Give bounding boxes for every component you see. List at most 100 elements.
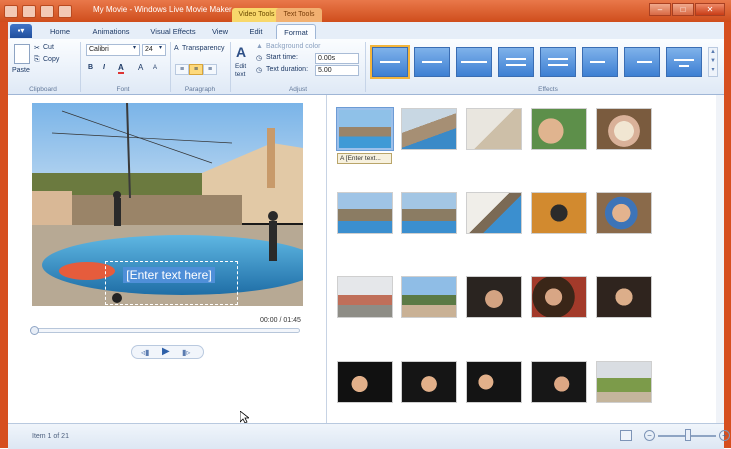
minimize-button[interactable]: – <box>649 3 671 16</box>
separator <box>365 42 366 92</box>
text-overlay[interactable]: [Enter text here] <box>123 267 215 283</box>
clip-thumbnail[interactable] <box>596 108 652 150</box>
paste-button[interactable]: Paste <box>12 67 30 74</box>
background-color-icon: ▲ <box>256 43 263 50</box>
tab-visual-effects[interactable]: Visual Effects <box>144 24 202 39</box>
text-duration-label: Text duration: <box>266 66 309 73</box>
effect-thumbnail[interactable] <box>582 47 618 77</box>
title-bar: My Movie - Windows Live Movie Maker Vide… <box>0 0 731 22</box>
effect-thumbnail[interactable] <box>456 47 492 77</box>
playback-controls: ◃▮ ▶ ▮▹ <box>131 345 204 359</box>
clip-thumbnail[interactable] <box>337 192 393 234</box>
maximize-button[interactable]: □ <box>672 3 694 16</box>
chevron-down-icon[interactable]: ▾ <box>159 44 162 51</box>
start-time-input[interactable]: 0.00s <box>315 53 359 64</box>
window-controls: – □ ✕ <box>649 3 725 16</box>
effect-thumbnail[interactable] <box>666 47 702 77</box>
effect-thumbnail[interactable] <box>540 47 576 77</box>
align-right-button[interactable]: ≡ <box>203 64 217 75</box>
text-duration-select[interactable]: 5.00 <box>315 65 359 76</box>
clip-thumbnail[interactable] <box>596 192 652 234</box>
clip-thumbnail[interactable] <box>401 108 457 150</box>
seek-bar[interactable] <box>32 328 300 333</box>
clip-thumbnail[interactable] <box>531 108 587 150</box>
tab-view[interactable]: View <box>206 24 234 39</box>
clip-thumbnail[interactable] <box>401 276 457 318</box>
text-caption-chip[interactable]: A [Enter text... <box>337 153 392 164</box>
effect-thumbnail[interactable] <box>624 47 660 77</box>
font-color-button[interactable]: A <box>118 63 124 74</box>
play-icon[interactable]: ▶ <box>162 347 170 357</box>
group-label-paragraph: Paragraph <box>184 86 216 93</box>
timer-icon: ◷ <box>256 67 263 74</box>
next-frame-icon[interactable]: ▮▹ <box>182 348 190 357</box>
zoom-slider-thumb[interactable] <box>685 429 691 441</box>
clip-thumbnail[interactable] <box>466 108 522 150</box>
clip-thumbnail[interactable] <box>466 276 522 318</box>
tab-format[interactable]: Format <box>276 24 316 39</box>
video-preview[interactable]: [Enter text here] <box>32 103 303 306</box>
context-tab-text-tools[interactable]: Text Tools <box>276 8 322 22</box>
shrink-font-button[interactable]: A <box>153 65 157 71</box>
transparency-button[interactable]: Transparency <box>182 45 225 52</box>
effect-thumbnail[interactable] <box>498 47 534 77</box>
close-button[interactable]: ✕ <box>695 3 725 16</box>
save-icon[interactable] <box>22 4 36 18</box>
storyboard-scrollbar[interactable] <box>716 95 724 423</box>
clip-thumbnail[interactable] <box>401 361 457 403</box>
status-bar: Item 1 of 21 − + <box>8 423 730 449</box>
zoom-in-icon[interactable]: + <box>719 430 730 441</box>
group-label-font: Font <box>116 86 130 93</box>
clip-thumbnail[interactable] <box>466 361 522 403</box>
gallery-scroll-button[interactable]: ▲ ▼ ▾ <box>708 47 718 77</box>
paste-icon[interactable] <box>14 44 30 64</box>
grow-font-button[interactable]: A <box>138 63 143 72</box>
clip-thumbnail[interactable] <box>531 361 587 403</box>
copy-icon[interactable]: ⎘ <box>34 56 40 64</box>
cut-icon[interactable]: ✂ <box>34 44 40 52</box>
app-icon[interactable] <box>4 4 18 18</box>
background-color-button[interactable]: Background color <box>266 43 320 50</box>
clip-thumbnail[interactable] <box>596 361 652 403</box>
previous-frame-icon[interactable]: ◃▮ <box>141 348 149 357</box>
quick-access-toolbar <box>4 3 72 19</box>
align-left-button[interactable]: ≡ <box>175 64 189 75</box>
clip-thumbnail[interactable] <box>531 192 587 234</box>
context-tab-video-tools[interactable]: Video Tools <box>232 8 281 22</box>
zoom-out-icon[interactable]: − <box>644 430 655 441</box>
clip-thumbnail[interactable] <box>466 192 522 234</box>
clip-thumbnail[interactable] <box>336 107 394 151</box>
timecode: 00:00 / 01:45 <box>260 317 301 324</box>
copy-button[interactable]: Copy <box>43 56 59 63</box>
redo-icon[interactable] <box>58 4 72 18</box>
clip-thumbnail[interactable] <box>337 276 393 318</box>
edit-text-icon[interactable]: A <box>236 44 246 60</box>
cut-button[interactable]: Cut <box>43 44 54 51</box>
separator <box>170 42 171 92</box>
tab-home[interactable]: Home <box>42 24 78 39</box>
clip-thumbnail[interactable] <box>596 276 652 318</box>
edit-text-button[interactable]: Edit text <box>235 63 246 79</box>
clip-thumbnail[interactable] <box>401 192 457 234</box>
font-family-select[interactable]: Calibri <box>86 44 140 56</box>
clock-icon: ◷ <box>256 55 263 62</box>
italic-button[interactable]: I <box>103 64 105 71</box>
seek-thumb[interactable] <box>30 326 39 335</box>
tab-animations[interactable]: Animations <box>86 24 136 39</box>
undo-icon[interactable] <box>40 4 54 18</box>
align-center-button[interactable]: ≡ <box>189 64 203 75</box>
clip-thumbnail[interactable] <box>531 276 587 318</box>
thumbnail-size-icon[interactable] <box>620 430 632 441</box>
bold-button[interactable]: B <box>88 64 93 71</box>
transparency-icon[interactable]: A <box>174 45 179 52</box>
group-label-effects: Effects <box>538 86 558 93</box>
effect-thumbnail[interactable] <box>414 47 450 77</box>
tab-edit[interactable]: Edit <box>242 24 270 39</box>
window-title: My Movie - Windows Live Movie Maker <box>93 5 232 14</box>
effect-thumbnail[interactable] <box>370 45 410 79</box>
chevron-down-icon[interactable]: ▾ <box>133 44 136 51</box>
application-menu-button[interactable]: ▪▾ <box>10 24 32 38</box>
preview-pane: [Enter text here] 00:00 / 01:45 ◃▮ ▶ ▮▹ <box>8 95 327 423</box>
clip-thumbnail[interactable] <box>337 361 393 403</box>
font-size-select[interactable]: 24 <box>142 44 166 56</box>
